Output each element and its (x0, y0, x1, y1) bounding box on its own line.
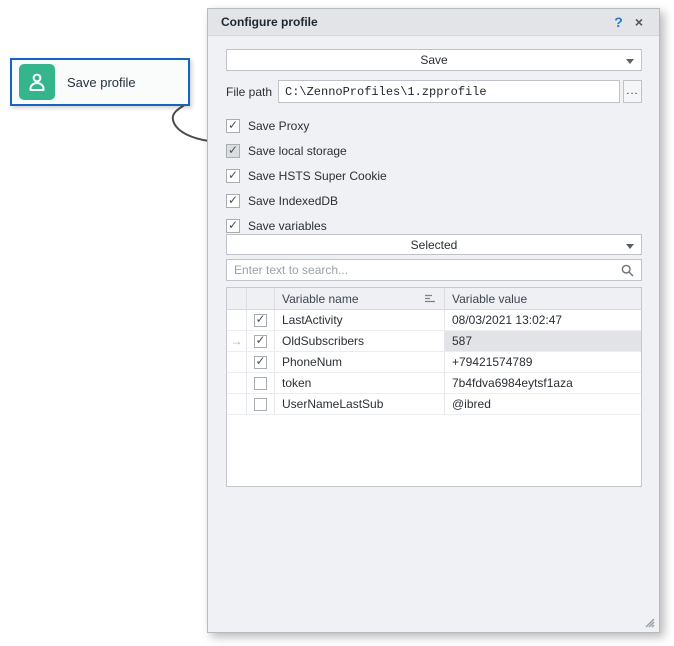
help-icon[interactable]: ? (608, 13, 629, 31)
file-path-row: File path C:\ZennoProfiles\1.zpprofile .… (226, 80, 642, 103)
variable-value-cell[interactable]: 08/03/2021 13:02:47 (445, 310, 641, 330)
row-checkbox[interactable]: ✓ (247, 331, 275, 351)
chevron-down-icon (626, 59, 634, 64)
node-label: Save profile (67, 75, 136, 90)
row-checkbox[interactable]: ✓ (247, 310, 275, 330)
checkbox-icon: ✓ (254, 335, 267, 348)
save-mode-value: Save (420, 53, 447, 67)
checkbox-save-local-storage[interactable]: ✓ Save local storage (226, 138, 387, 163)
row-checkbox[interactable]: ✓ (247, 352, 275, 372)
variable-value-column-header[interactable]: Variable value (445, 288, 641, 309)
variable-name-cell[interactable]: OldSubscribers (275, 331, 445, 351)
checkbox-icon: ✓ (226, 119, 240, 133)
checkbox-save-hsts-super-cookie[interactable]: ✓ Save HSTS Super Cookie (226, 163, 387, 188)
variable-name-cell[interactable]: UserNameLastSub (275, 394, 445, 414)
search-input[interactable]: Enter text to search... (226, 259, 642, 281)
checkbox-icon: ✓ (226, 194, 240, 208)
variable-value-cell[interactable]: @ibred (445, 394, 641, 414)
column-header-label: Variable value (452, 292, 527, 306)
variable-value-cell[interactable]: 7b4fdva6984eytsf1aza (445, 373, 641, 393)
variable-value-cell-selected[interactable]: 587 (445, 331, 641, 351)
variable-name-cell[interactable]: PhoneNum (275, 352, 445, 372)
checkbox-icon (254, 377, 267, 390)
row-checkbox[interactable] (247, 373, 275, 393)
variables-filter-dropdown[interactable]: Selected (226, 234, 642, 255)
column-header-label: Variable name (282, 292, 359, 306)
variable-name-cell[interactable]: LastActivity (275, 310, 445, 330)
file-path-value: C:\ZennoProfiles\1.zpprofile (285, 85, 487, 99)
checkbox-icon: ✓ (254, 356, 267, 369)
file-path-label: File path (226, 85, 278, 99)
variable-value-cell[interactable]: +79421574789 (445, 352, 641, 372)
variables-table: Variable name Variable value ✓ (226, 287, 642, 487)
row-indicator (227, 310, 247, 330)
current-row-arrow-icon: → (227, 331, 247, 351)
row-indicator (227, 373, 247, 393)
row-indicator (227, 352, 247, 372)
variables-filter-value: Selected (411, 238, 458, 252)
table-row[interactable]: → ✓ OldSubscribers 587 (227, 331, 641, 352)
checkbox-icon: ✓ (254, 314, 267, 327)
search-placeholder: Enter text to search... (234, 263, 621, 277)
checkbox-icon: ✓ (226, 219, 240, 233)
save-mode-dropdown[interactable]: Save (226, 49, 642, 71)
checkbox-label: Save Proxy (248, 119, 309, 133)
browse-button[interactable]: ... (623, 80, 642, 103)
checkbox-save-indexeddb[interactable]: ✓ Save IndexedDB (226, 188, 387, 213)
dialog-title: Configure profile (221, 15, 608, 29)
person-icon (19, 64, 55, 100)
checkbox-label: Save variables (248, 219, 327, 233)
table-row[interactable]: token 7b4fdva6984eytsf1aza (227, 373, 641, 394)
checkbox-label: Save HSTS Super Cookie (248, 169, 387, 183)
variable-name-cell[interactable]: token (275, 373, 445, 393)
checkbox-column-header[interactable] (247, 288, 275, 309)
file-path-input[interactable]: C:\ZennoProfiles\1.zpprofile (278, 80, 620, 103)
checkbox-icon (254, 398, 267, 411)
indicator-column-header (227, 288, 247, 309)
configure-profile-dialog: Configure profile ? × Save File path C:\… (207, 8, 660, 633)
chevron-down-icon (626, 244, 634, 249)
row-checkbox[interactable] (247, 394, 275, 414)
checkbox-label: Save IndexedDB (248, 194, 338, 208)
row-indicator (227, 394, 247, 414)
checkbox-icon: ✓ (226, 144, 240, 158)
table-row[interactable]: ✓ PhoneNum +79421574789 (227, 352, 641, 373)
checkbox-save-proxy[interactable]: ✓ Save Proxy (226, 113, 387, 138)
sort-ascending-icon (425, 294, 436, 303)
checkbox-label: Save local storage (248, 144, 347, 158)
search-icon (621, 264, 634, 277)
variable-name-column-header[interactable]: Variable name (275, 288, 445, 309)
table-header-row: Variable name Variable value (227, 288, 641, 310)
resize-grip[interactable] (642, 615, 655, 628)
table-row[interactable]: ✓ LastActivity 08/03/2021 13:02:47 (227, 310, 641, 331)
close-icon[interactable]: × (629, 13, 649, 31)
table-row[interactable]: UserNameLastSub @ibred (227, 394, 641, 415)
dialog-titlebar[interactable]: Configure profile ? × (208, 9, 659, 36)
save-options: ✓ Save Proxy ✓ Save local storage ✓ Save… (226, 113, 387, 238)
checkbox-icon: ✓ (226, 169, 240, 183)
save-profile-node[interactable]: Save profile (10, 58, 190, 106)
flowchart-canvas: Save profile Configure profile ? × Save … (0, 0, 674, 646)
